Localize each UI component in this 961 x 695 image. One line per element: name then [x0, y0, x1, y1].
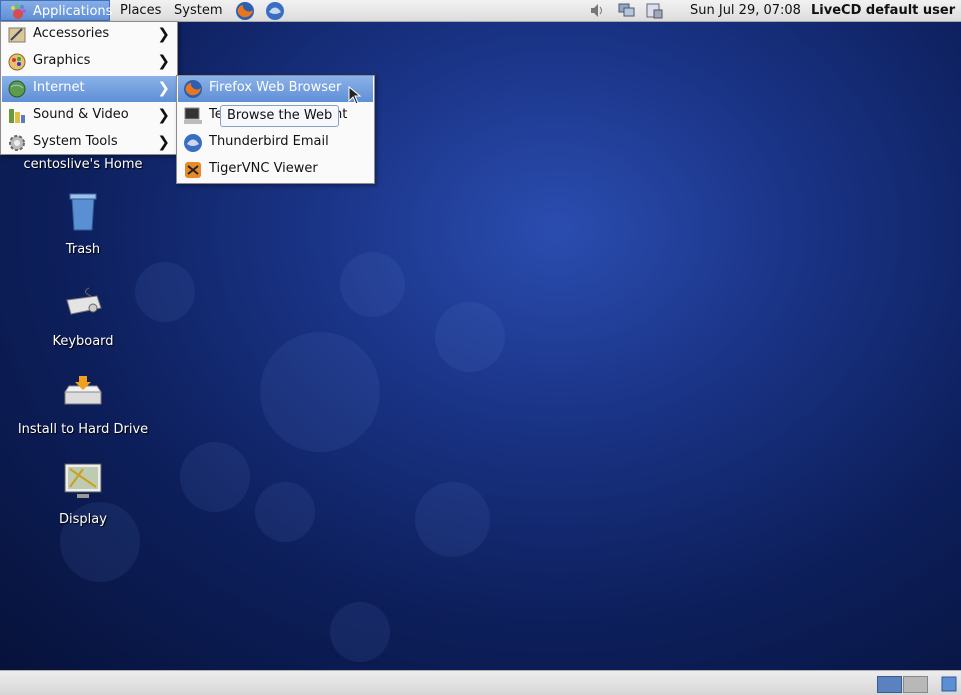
volume-icon[interactable] [588, 2, 606, 19]
sound-video-icon [9, 109, 25, 123]
applications-dropdown-menu: Accessories ❯ Graphics ❯ Internet ❯ Soun… [0, 21, 178, 155]
workspace-1[interactable] [877, 676, 902, 693]
menu-item-system-tools[interactable]: System Tools ❯ [2, 130, 176, 156]
gnome-foot-icon [11, 4, 26, 19]
display-label: Display [59, 512, 107, 527]
menu-item-accessories[interactable]: Accessories ❯ [2, 22, 176, 48]
bottom-panel [0, 670, 961, 695]
menu-item-internet[interactable]: Internet ❯ [2, 76, 176, 102]
update-notifier-icon[interactable] [645, 2, 663, 19]
home-folder-label[interactable]: centoslive's Home [13, 157, 153, 172]
mouse-pointer-icon [348, 86, 362, 105]
accessories-icon [8, 27, 26, 43]
thunderbird-launcher-icon[interactable] [265, 1, 285, 21]
trash-icon [69, 193, 97, 231]
internet-submenu: Firefox Web Browser Te nt Thunderbird Em… [176, 75, 375, 184]
internet-icon [8, 80, 26, 98]
system-tools-icon [9, 135, 25, 151]
user-switcher[interactable]: LiveCD default user [811, 0, 955, 21]
workspace-2[interactable] [903, 676, 928, 693]
tooltip: Browse the Web [220, 105, 340, 127]
install-label: Install to Hard Drive [17, 422, 149, 437]
trash-desktop-icon[interactable]: Trash [13, 190, 153, 257]
trash-applet-icon[interactable] [940, 675, 958, 693]
firefox-icon [184, 80, 202, 98]
places-menu-button[interactable]: Places [114, 0, 167, 21]
chevron-right-icon: ❯ [157, 52, 170, 70]
network-icon[interactable] [617, 2, 635, 19]
clock[interactable]: Sun Jul 29, 07:08 [690, 0, 801, 21]
keyboard-icon [66, 287, 102, 315]
install-hard-drive-desktop-icon[interactable]: Install to Hard Drive [13, 370, 153, 437]
trash-label: Trash [65, 242, 101, 257]
display-icon [64, 463, 102, 498]
firefox-launcher-icon[interactable] [235, 1, 255, 21]
applications-menu-button[interactable]: Applications [0, 0, 113, 21]
keyboard-desktop-icon[interactable]: Keyboard [13, 282, 153, 349]
system-menu-button[interactable]: System [168, 0, 228, 21]
applications-label: Applications [33, 4, 113, 19]
tigervnc-icon [185, 162, 201, 178]
chevron-right-icon: ❯ [157, 79, 170, 97]
chevron-right-icon: ❯ [157, 25, 170, 43]
chevron-right-icon: ❯ [157, 106, 170, 124]
keyboard-label: Keyboard [52, 334, 114, 349]
install-drive-icon [64, 376, 102, 405]
terminal-icon [184, 107, 202, 124]
menu-item-thunderbird[interactable]: Thunderbird Email [178, 130, 373, 156]
chevron-right-icon: ❯ [157, 133, 170, 151]
menu-item-graphics[interactable]: Graphics ❯ [2, 49, 176, 75]
thunderbird-icon [184, 134, 202, 152]
menu-item-sound-video[interactable]: Sound & Video ❯ [2, 103, 176, 129]
display-desktop-icon[interactable]: Display [13, 460, 153, 527]
menu-item-firefox[interactable]: Firefox Web Browser [178, 76, 373, 102]
graphics-icon [8, 53, 26, 71]
top-panel: Applications Places System Sun Jul 29, 0… [0, 0, 961, 22]
menu-item-tigervnc[interactable]: TigerVNC Viewer [178, 157, 373, 183]
